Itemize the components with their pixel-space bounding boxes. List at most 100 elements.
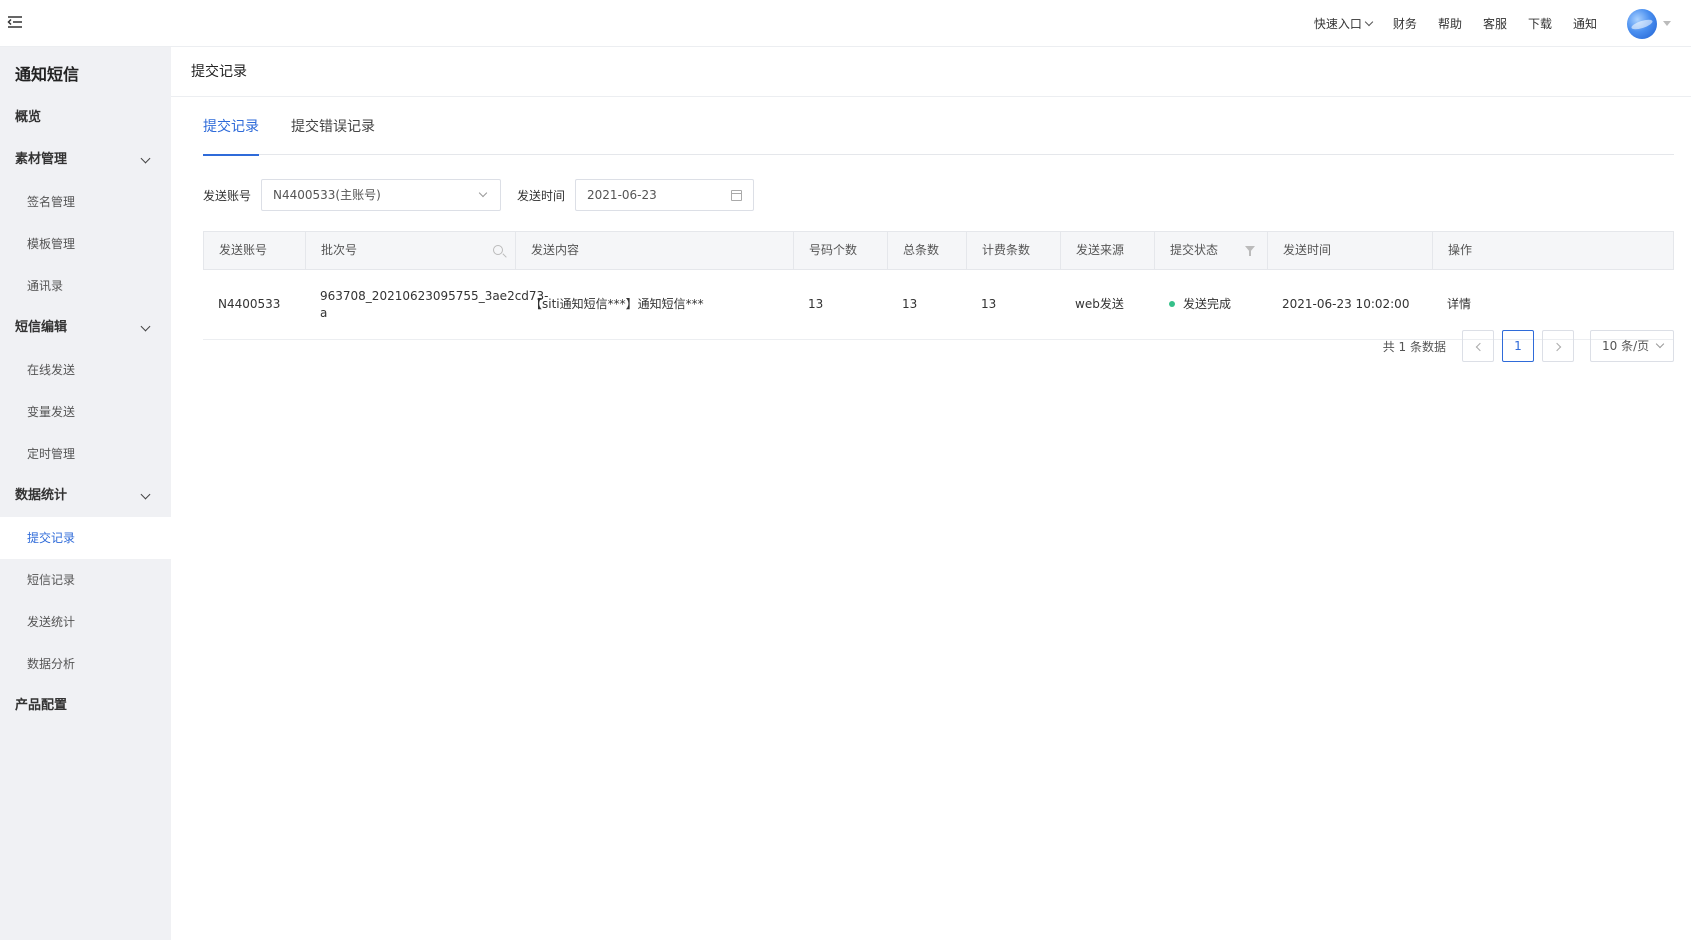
nav-download[interactable]: 下载 — [1528, 15, 1552, 32]
date-picker-value: 2021-06-23 — [587, 188, 657, 202]
nav-finance[interactable]: 财务 — [1393, 15, 1417, 32]
column-header-label: 发送时间 — [1283, 243, 1332, 257]
details-link[interactable]: 详情 — [1432, 296, 1674, 313]
status-dot-icon — [1169, 301, 1175, 307]
search-icon[interactable] — [493, 245, 503, 255]
table-header: 发送账号 批次号 发送内容 号码个数 总条数 计费条数 发送来源 提交状态 发送… — [203, 231, 1674, 270]
page-number-button[interactable]: 1 — [1502, 330, 1534, 362]
app-title: 通知短信 — [15, 65, 80, 84]
nav-notification[interactable]: 通知 — [1573, 15, 1597, 32]
column-header-label: 发送账号 — [219, 243, 268, 257]
sidebar-item-label: 产品配置 — [15, 698, 68, 713]
column-header-label: 计费条数 — [982, 243, 1031, 257]
column-header-batch: 批次号 — [306, 232, 516, 269]
tab-submit-records[interactable]: 提交记录 — [203, 109, 259, 156]
sidebar-item-label: 数据统计 — [15, 488, 68, 503]
sidebar-item-send-stats[interactable]: 发送统计 — [0, 601, 171, 643]
tab-submit-error-records[interactable]: 提交错误记录 — [291, 109, 375, 155]
sidebar-item-sms-records[interactable]: 短信记录 — [0, 559, 171, 601]
column-header-label: 批次号 — [321, 243, 358, 257]
pagination: 共 1 条数据 1 10 条/页 — [1383, 330, 1674, 362]
column-header-label: 操作 — [1448, 243, 1473, 257]
chevron-down-icon — [1364, 17, 1374, 27]
sidebar-item-signature[interactable]: 签名管理 — [0, 181, 171, 223]
column-header-label: 提交状态 — [1170, 243, 1219, 257]
column-header-account: 发送账号 — [204, 232, 306, 269]
avatar-caret-icon[interactable] — [1663, 21, 1671, 26]
page-size-select[interactable]: 10 条/页 — [1590, 330, 1674, 362]
sidebar-item-contacts[interactable]: 通讯录 — [0, 265, 171, 307]
sidebar-item-label: 短信编辑 — [15, 320, 68, 335]
account-select-value: N4400533(主账号) — [273, 188, 381, 202]
prev-page-button[interactable] — [1462, 330, 1494, 362]
account-select[interactable]: N4400533(主账号) — [261, 179, 502, 211]
sidebar-item-product-config[interactable]: 产品配置 — [0, 685, 171, 727]
chevron-down-icon — [1655, 339, 1665, 349]
sidebar-item-label: 通讯录 — [27, 279, 64, 293]
menu-fold-icon[interactable] — [5, 12, 25, 32]
filter-icon[interactable] — [1245, 246, 1255, 256]
column-header-status: 提交状态 — [1155, 232, 1268, 269]
sidebar-item-label: 短信记录 — [27, 573, 76, 587]
sidebar-item-statistics[interactable]: 数据统计 — [0, 475, 171, 517]
chevron-right-icon — [1552, 342, 1561, 352]
sidebar-item-label: 提交记录 — [27, 531, 76, 545]
date-picker[interactable]: 2021-06-23 — [575, 179, 755, 211]
sidebar-item-template[interactable]: 模板管理 — [0, 223, 171, 265]
sidebar-item-label: 定时管理 — [27, 447, 76, 461]
sidebar-item-overview[interactable]: 概览 — [0, 97, 171, 139]
next-page-button[interactable] — [1542, 330, 1574, 362]
status-badge: 发送完成 — [1183, 297, 1232, 311]
column-header-action: 操作 — [1433, 232, 1673, 269]
pagination-total: 共 1 条数据 — [1382, 339, 1446, 354]
chevron-down-icon — [478, 188, 488, 198]
column-header-total: 总条数 — [888, 232, 967, 269]
sidebar-item-variable-send[interactable]: 变量发送 — [0, 391, 171, 433]
column-header-source: 发送来源 — [1061, 232, 1155, 269]
sidebar-item-label: 概览 — [15, 110, 42, 125]
page-title: 提交记录 — [171, 47, 1691, 97]
sidebar-item-submit-records[interactable]: 提交记录 — [0, 517, 171, 559]
cell-numbers: 13 — [808, 297, 824, 311]
nav-customer-service[interactable]: 客服 — [1483, 15, 1507, 32]
cell-status: 发送完成 — [1154, 296, 1267, 313]
main-content: 提交记录 提交记录 提交错误记录 发送账号 N4400533(主账号) 发送时间… — [171, 47, 1691, 940]
avatar[interactable] — [1627, 8, 1657, 39]
filter-bar: 发送账号 N4400533(主账号) 发送时间 2021-06-23 — [203, 179, 755, 211]
cell-batch-line: 963708_20210623095755_3ae2cd73- — [320, 288, 549, 303]
column-header-label: 发送来源 — [1076, 243, 1125, 257]
nav-help[interactable]: 帮助 — [1438, 15, 1462, 32]
calendar-icon — [731, 190, 743, 201]
sidebar-item-sms-edit[interactable]: 短信编辑 — [0, 307, 171, 349]
column-header-label: 发送内容 — [531, 243, 580, 257]
column-header-label: 号码个数 — [809, 243, 858, 257]
sidebar-item-online-send[interactable]: 在线发送 — [0, 349, 171, 391]
chevron-left-icon — [1475, 342, 1484, 352]
column-header-time: 发送时间 — [1268, 232, 1433, 269]
column-header-label: 总条数 — [903, 243, 940, 257]
column-header-billed: 计费条数 — [967, 232, 1061, 269]
chevron-down-icon — [140, 153, 151, 164]
sidebar-item-label: 变量发送 — [27, 405, 76, 419]
account-filter-label: 发送账号 — [203, 188, 252, 203]
tab-bar: 提交记录 提交错误记录 — [203, 109, 1674, 156]
cell-batch-line: a — [320, 305, 328, 320]
sidebar-item-data-analysis[interactable]: 数据分析 — [0, 643, 171, 685]
sidebar-item-material[interactable]: 素材管理 — [0, 139, 171, 181]
top-nav: 快速入口 财务 帮助 客服 下载 通知 — [1293, 0, 1671, 47]
column-header-numbers: 号码个数 — [794, 232, 888, 269]
top-bar: 快速入口 财务 帮助 客服 下载 通知 — [0, 0, 1691, 47]
chevron-down-icon — [140, 321, 151, 332]
chevron-down-icon — [140, 489, 151, 500]
sidebar-item-label: 模板管理 — [27, 237, 76, 251]
records-table: 发送账号 批次号 发送内容 号码个数 总条数 计费条数 发送来源 提交状态 发送… — [203, 231, 1674, 340]
sidebar-item-label: 数据分析 — [27, 657, 76, 671]
time-filter-label: 发送时间 — [517, 188, 566, 203]
quick-entry-dropdown[interactable]: 快速入口 — [1313, 15, 1374, 32]
sidebar-item-label: 签名管理 — [27, 195, 76, 209]
cell-time: 2021-06-23 10:02:00 — [1282, 297, 1410, 311]
quick-entry-label: 快速入口 — [1313, 17, 1362, 31]
sidebar-item-schedule[interactable]: 定时管理 — [0, 433, 171, 475]
cell-billed: 13 — [981, 297, 997, 311]
sidebar-item-label: 在线发送 — [27, 363, 76, 377]
